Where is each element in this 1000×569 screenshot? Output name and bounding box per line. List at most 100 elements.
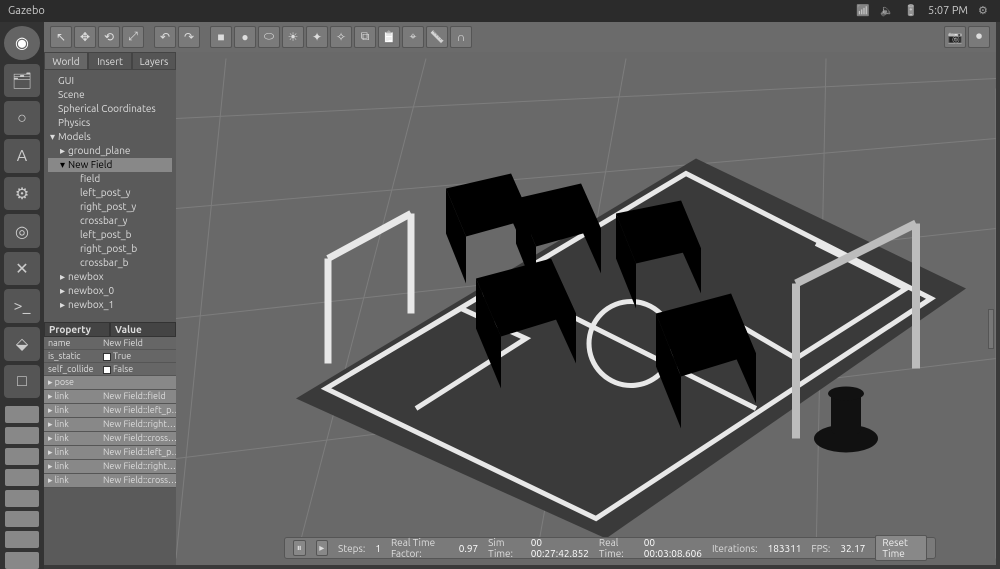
terminal-icon[interactable]: >_ <box>4 289 40 323</box>
redo-button[interactable]: ↷ <box>178 26 200 48</box>
steps-label: Steps: <box>338 543 365 554</box>
record-button[interactable]: ⏺ <box>968 26 990 48</box>
property-row[interactable]: ▸ linkNew Field::field <box>44 390 176 404</box>
tree-item[interactable]: ▾New Field <box>48 158 172 172</box>
tree-item[interactable]: left_post_b <box>48 228 172 242</box>
property-grid[interactable]: Property Value nameNew Fieldis_staticTru… <box>44 322 176 488</box>
tree-item[interactable]: ▸newbox <box>48 270 172 284</box>
drive-icon[interactable] <box>5 511 39 528</box>
property-row[interactable]: ▸ pose <box>44 376 176 390</box>
gazebo-icon[interactable]: ◎ <box>4 214 40 248</box>
settings-icon[interactable]: ⚙ <box>4 177 40 211</box>
insert-cylinder-button[interactable]: ⬭ <box>258 26 280 48</box>
paste-button[interactable]: 📋 <box>378 26 400 48</box>
iterations-label: Iterations: <box>712 543 758 554</box>
tree-item[interactable]: left_post_y <box>48 186 172 200</box>
system-menubar: Gazebo 📶 🔈 🔋 5:07 PM ⚙ <box>0 0 1000 22</box>
property-row[interactable]: ▸ linkNew Field::cross… <box>44 432 176 446</box>
firefox-icon[interactable]: ○ <box>4 101 40 135</box>
unity-launcher: ◉ 🗂 ○ A ⚙ ◎ ✕ >_ ⬙ □ <box>0 22 44 569</box>
toolbar: ↖ ✥ ⟲ ⤢ ↶ ↷ ■ ● ⬭ ☀ ✦ ✧ ⧉ 📋 ⌖ 📏 ∩ 📷 ⏺ <box>44 22 996 52</box>
tree-item[interactable]: GUI <box>48 74 172 88</box>
tree-item[interactable]: field <box>48 172 172 186</box>
tree-item[interactable]: right_post_b <box>48 242 172 256</box>
tab-insert[interactable]: Insert <box>88 52 132 70</box>
tab-world[interactable]: World <box>44 52 88 70</box>
window-title: Gazebo <box>8 5 45 17</box>
light-spot-button[interactable]: ✧ <box>330 26 352 48</box>
app2-icon[interactable]: □ <box>4 365 40 399</box>
sound-icon[interactable]: 🔈 <box>880 4 894 18</box>
move-tool[interactable]: ✥ <box>74 26 96 48</box>
drive-icon[interactable] <box>5 531 39 548</box>
fps-value: 32.17 <box>840 543 865 554</box>
property-row[interactable]: nameNew Field <box>44 337 176 350</box>
reset-time-button[interactable]: Reset Time <box>875 535 927 561</box>
property-row[interactable]: ▸ linkNew Field::left_p… <box>44 404 176 418</box>
tree-item[interactable]: Physics <box>48 116 172 130</box>
real-time-label: Real Time: <box>599 537 634 559</box>
ubuntu-icon[interactable]: ◉ <box>4 26 40 60</box>
tree-item[interactable]: ▸newbox_1 <box>48 298 172 312</box>
snap-button[interactable]: ⌖ <box>402 26 424 48</box>
network-icon[interactable]: 📶 <box>856 4 870 18</box>
battery-icon[interactable]: 🔋 <box>904 4 918 18</box>
iterations-value: 183311 <box>768 543 802 554</box>
drive-icon[interactable] <box>5 427 39 444</box>
files-icon[interactable]: 🗂 <box>4 64 40 98</box>
light-point-button[interactable]: ☀ <box>282 26 304 48</box>
sim-time-label: Sim Time: <box>488 537 521 559</box>
updates-icon[interactable]: A <box>4 139 40 173</box>
property-row[interactable]: ▸ linkNew Field::left_p… <box>44 446 176 460</box>
status-bar: ⏸ ▸ Steps: 1 Real Time Factor: 0.97 Sim … <box>284 537 936 559</box>
light-dir-button[interactable]: ✦ <box>306 26 328 48</box>
insert-sphere-button[interactable]: ● <box>234 26 256 48</box>
tree-item[interactable]: ▸ground_plane <box>48 144 172 158</box>
tree-item[interactable]: Scene <box>48 88 172 102</box>
pause-button[interactable]: ⏸ <box>293 540 306 556</box>
tree-item[interactable]: right_post_y <box>48 200 172 214</box>
scale-tool[interactable]: ⤢ <box>122 26 144 48</box>
panel-tabs: World Insert Layers <box>44 52 176 70</box>
drive-icon[interactable] <box>5 469 39 486</box>
vscode-icon[interactable]: ✕ <box>4 252 40 286</box>
joint-button[interactable]: ∩ <box>450 26 472 48</box>
rtf-value: 0.97 <box>459 543 478 554</box>
right-panel-handle[interactable] <box>988 309 994 349</box>
scene-tree[interactable]: GUISceneSpherical CoordinatesPhysics▾Mod… <box>44 70 176 316</box>
undo-button[interactable]: ↶ <box>154 26 176 48</box>
drive-icon[interactable] <box>5 448 39 465</box>
tree-item[interactable]: crossbar_b <box>48 256 172 270</box>
drive-icon[interactable] <box>5 406 39 423</box>
property-row[interactable]: ▸ linkNew Field::right… <box>44 418 176 432</box>
gear-icon[interactable]: ⚙ <box>978 4 992 18</box>
tab-layers[interactable]: Layers <box>132 52 176 70</box>
property-row[interactable]: self_collideFalse <box>44 363 176 376</box>
copy-button[interactable]: ⧉ <box>354 26 376 48</box>
step-button[interactable]: ▸ <box>316 540 329 556</box>
tree-item[interactable]: ▸newbox_0 <box>48 284 172 298</box>
clock[interactable]: 5:07 PM <box>928 5 968 17</box>
camera-button[interactable]: 📷 <box>944 26 966 48</box>
value-col: Value <box>110 322 176 337</box>
property-row[interactable]: ▸ linkNew Field::right… <box>44 460 176 474</box>
drive-icon[interactable] <box>5 490 39 507</box>
measure-button[interactable]: 📏 <box>426 26 448 48</box>
viewport-3d[interactable] <box>176 52 996 565</box>
app-icon[interactable]: ⬙ <box>4 327 40 361</box>
tree-item[interactable]: crossbar_y <box>48 214 172 228</box>
trash-icon[interactable] <box>5 552 39 569</box>
insert-box-button[interactable]: ■ <box>210 26 232 48</box>
property-col: Property <box>44 322 110 337</box>
robot <box>814 387 878 453</box>
property-row[interactable]: ▸ linkNew Field::cross… <box>44 474 176 488</box>
property-header: Property Value <box>44 322 176 337</box>
left-panel: World Insert Layers GUISceneSpherical Co… <box>44 52 176 565</box>
fps-label: FPS: <box>811 543 830 554</box>
property-row[interactable]: is_staticTrue <box>44 350 176 363</box>
select-tool[interactable]: ↖ <box>50 26 72 48</box>
tree-item[interactable]: ▾Models <box>48 130 172 144</box>
rotate-tool[interactable]: ⟲ <box>98 26 120 48</box>
tree-item[interactable]: Spherical Coordinates <box>48 102 172 116</box>
scene-render <box>176 52 996 565</box>
